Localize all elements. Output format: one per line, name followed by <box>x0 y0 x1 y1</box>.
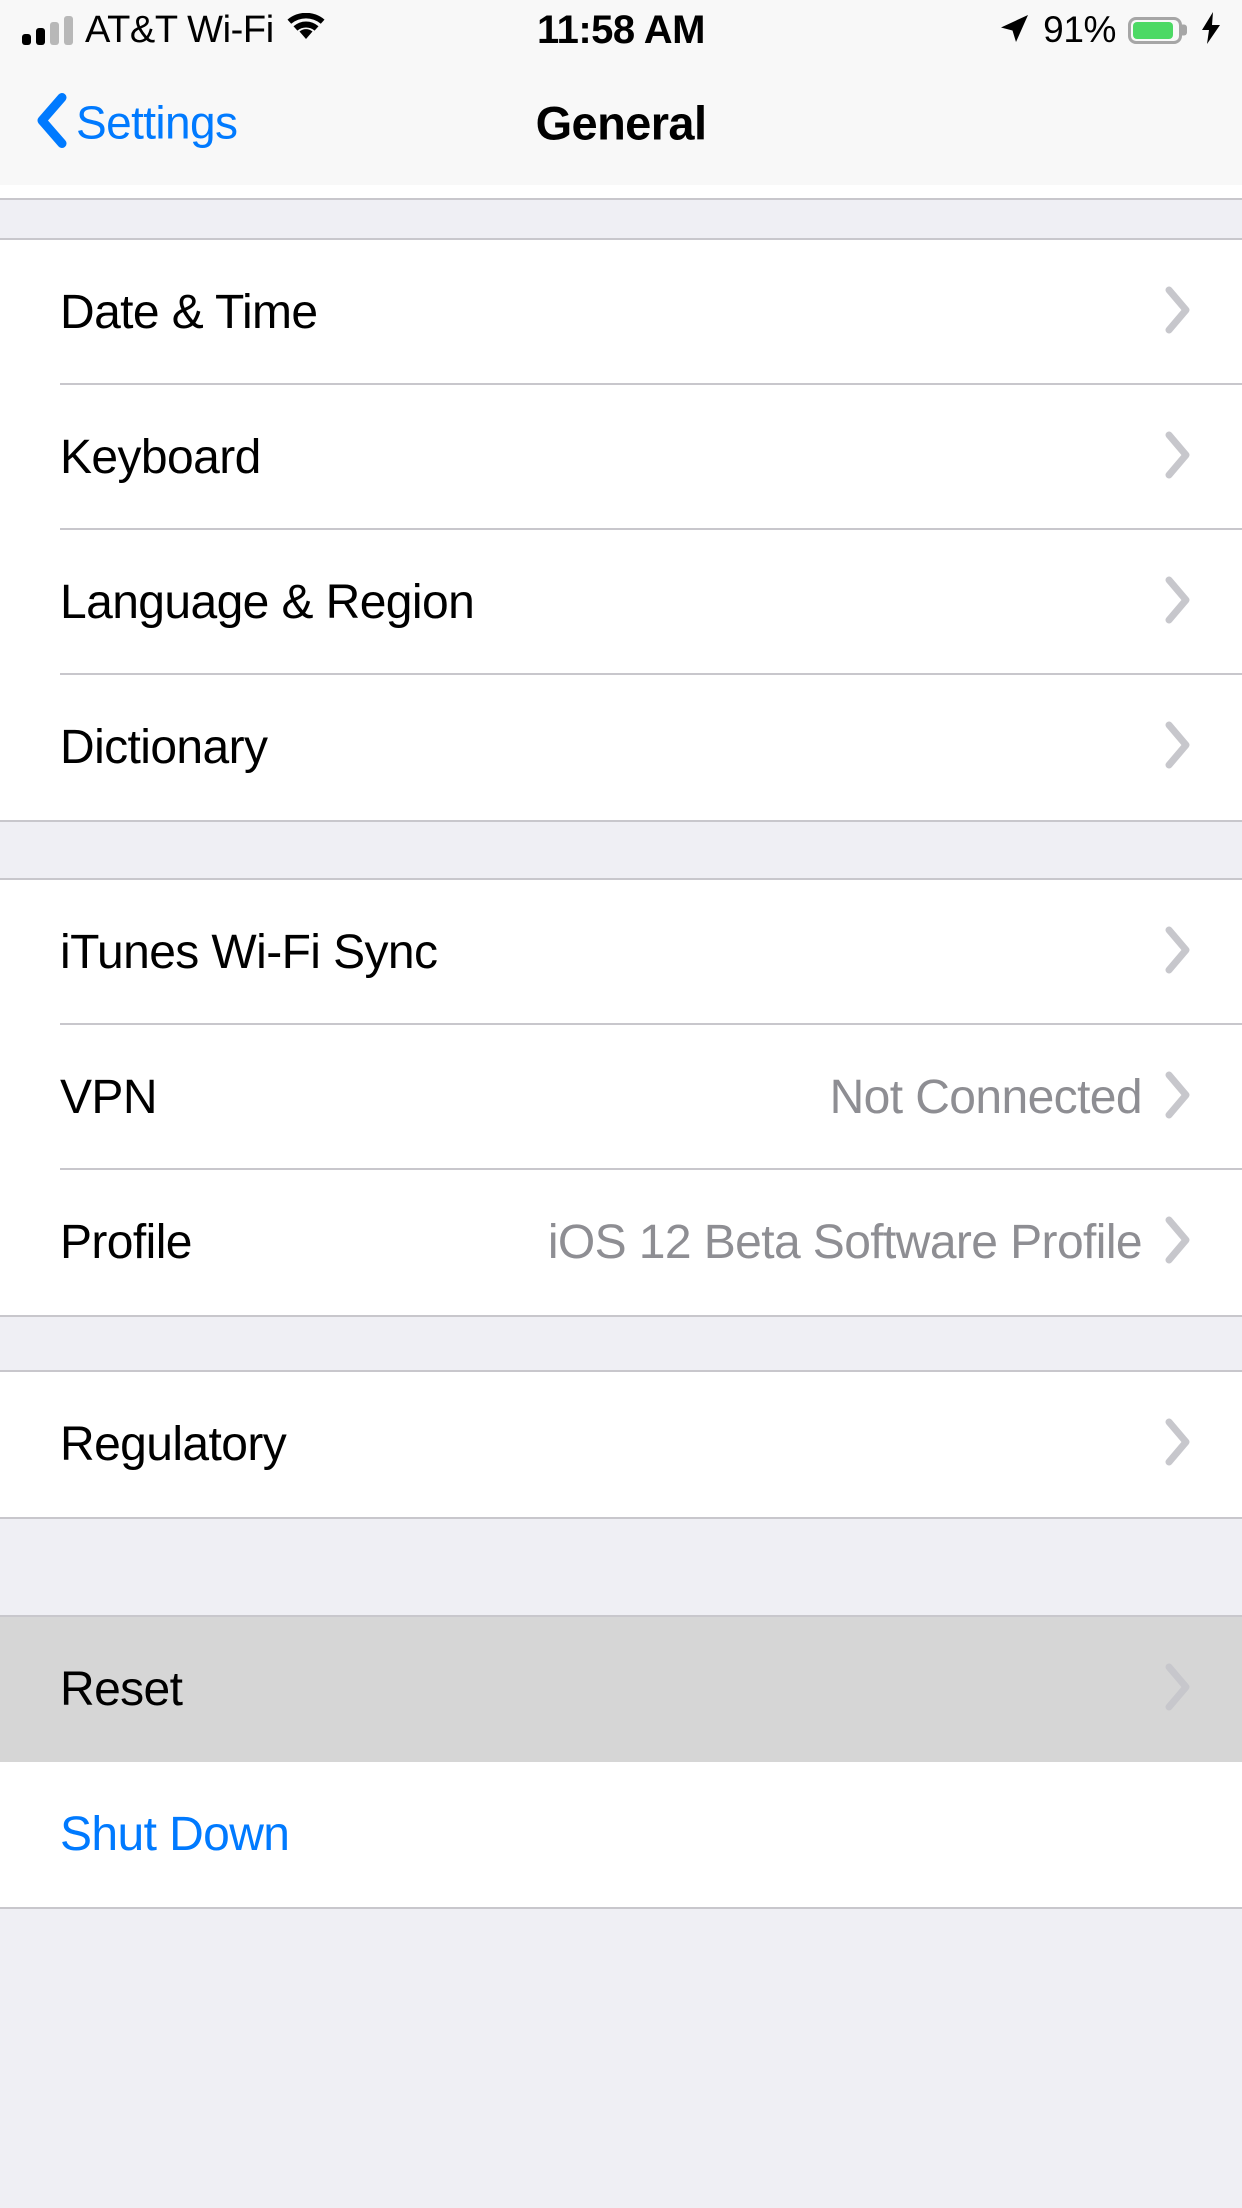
list-item-label: Reset <box>60 1662 183 1716</box>
chevron-right-icon <box>1164 576 1192 629</box>
list-item[interactable]: VPN Not Connected <box>0 1025 1242 1170</box>
list-item-accessory: Not Connected <box>830 1071 1192 1124</box>
chevron-right-icon <box>1164 1216 1192 1269</box>
list-item[interactable]: Shut Down <box>0 1762 1242 1907</box>
lightning-bolt-icon <box>1200 11 1222 50</box>
chevron-right-icon <box>1164 1663 1192 1716</box>
section-datetime: Date & Time Keyboard Language & Region Dict… <box>0 240 1242 820</box>
list-item[interactable]: Date & Time <box>0 240 1242 385</box>
list-item-value: iOS 12 Beta Software Profile <box>547 1215 1143 1269</box>
list-item[interactable]: iTunes Wi-Fi Sync <box>0 880 1242 1025</box>
list-item-label: Date & Time <box>60 285 318 339</box>
list-item[interactable]: Reset <box>0 1617 1242 1762</box>
status-bar: AT&T Wi-Fi 11:58 AM 91% <box>0 0 1242 60</box>
list-item-label: Dictionary <box>60 720 268 774</box>
section-regulatory: Regulatory <box>0 1372 1242 1517</box>
list-item[interactable]: Regulatory <box>0 1372 1242 1517</box>
location-arrow-icon <box>997 11 1031 50</box>
list-item-label: Shut Down <box>60 1807 290 1861</box>
list-item-label: VPN <box>60 1070 158 1124</box>
list-item-accessory <box>1164 1663 1192 1716</box>
list-item-label: Language & Region <box>60 575 475 629</box>
list-item-label: iTunes Wi-Fi Sync <box>60 925 438 979</box>
section-reset: Reset Shut Down <box>0 1617 1242 1907</box>
section-gap <box>0 820 1242 880</box>
list-item[interactable]: Keyboard <box>0 385 1242 530</box>
section-gap <box>0 1517 1242 1617</box>
chevron-right-icon <box>1164 1071 1192 1124</box>
settings-list[interactable]: Date & Time Keyboard Language & Region Dict… <box>0 185 1242 2208</box>
chevron-right-icon <box>1164 1418 1192 1471</box>
list-item-accessory: iOS 12 Beta Software Profile <box>548 1216 1192 1269</box>
list-item-accessory <box>1164 431 1192 484</box>
list-item[interactable]: Profile iOS 12 Beta Software Profile <box>0 1170 1242 1315</box>
section-gap <box>0 200 1242 240</box>
chevron-right-icon <box>1164 926 1192 979</box>
navigation-bar: Settings General <box>0 60 1242 185</box>
battery-fill <box>1133 21 1174 39</box>
iphone-settings-general-screen: AT&T Wi-Fi 11:58 AM 91% Settings General… <box>0 0 1242 2208</box>
chevron-right-icon <box>1164 431 1192 484</box>
list-item-value: Not Connected <box>829 1070 1143 1124</box>
status-bar-right: 91% <box>997 9 1222 51</box>
battery-icon <box>1128 16 1182 44</box>
page-title: General <box>535 96 707 149</box>
battery-percent-label: 91% <box>1043 9 1116 50</box>
section-gap <box>0 1315 1242 1372</box>
list-item[interactable]: Language & Region <box>0 530 1242 675</box>
chevron-right-icon <box>1164 286 1192 339</box>
list-item-accessory <box>1164 926 1192 979</box>
list-item-accessory <box>1164 286 1192 339</box>
list-item-label: Regulatory <box>60 1417 287 1471</box>
list-item[interactable]: Dictionary <box>0 675 1242 820</box>
chevron-right-icon <box>1164 721 1192 774</box>
list-item-accessory <box>1164 1418 1192 1471</box>
list-item-label: Keyboard <box>60 430 261 484</box>
section-sync: iTunes Wi-Fi Sync VPN Not Connected Profile… <box>0 880 1242 1315</box>
list-item-label: Profile <box>60 1215 192 1269</box>
settings-sections: Date & Time Keyboard Language & Region Dict… <box>0 200 1242 2015</box>
list-item-accessory <box>1164 576 1192 629</box>
list-item-accessory <box>1164 721 1192 774</box>
bottom-filler <box>0 1907 1242 2015</box>
partial-row-above <box>0 185 1242 200</box>
